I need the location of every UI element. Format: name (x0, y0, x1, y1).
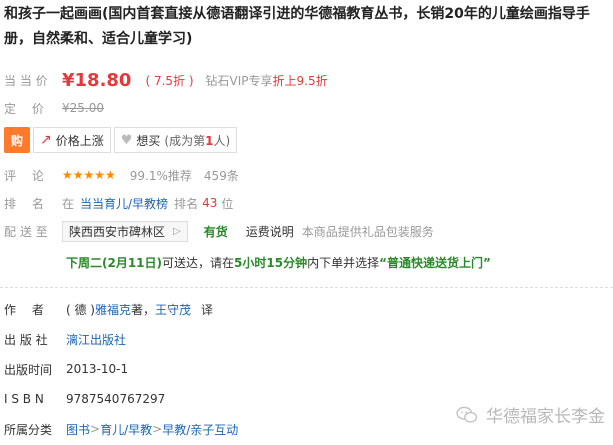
stock-status: 有货 (203, 224, 228, 239)
price-row: 当 当 价 ¥18.80 ( 7.5折 ) 钻石VIP专享折上9.5折 (4, 69, 328, 91)
heart-icon: ♥ (120, 132, 133, 148)
product-title: 和孩子一起画画(国内首套直接从德语翻译引进的华德福教育丛书，长销20年的儿童绘画… (4, 6, 590, 47)
rank-number: 43 (202, 196, 218, 210)
delivery-countdown: 5小时15分钟 (234, 256, 308, 270)
pubdate-label: 出版时间 (4, 362, 53, 377)
vip-discount: 折上9.5折 (272, 73, 328, 88)
shipping-row: 配 送 至 陕西西安市碑林区 ▷ 有货 运费说明 本商品提供礼品包装服务 (4, 220, 434, 242)
pubdate-row: 出版时间 2013-10-1 (4, 358, 128, 380)
review-row: 评 论 ★★★★★ 99.1%推荐 459条 (4, 164, 239, 186)
region-value: 陕西西安市碑林区 (69, 224, 166, 239)
price-alert-button[interactable]: ↗ 价格上涨 (33, 127, 111, 153)
isbn-label: I S B N (4, 392, 44, 406)
wechat-icon (456, 406, 478, 423)
rank-label: 排 名 (4, 196, 44, 211)
arrow-up-right-icon: ↗ (40, 132, 52, 148)
author-row: 作 者 ( 德 ) 雅福克 著， 王守茂 译 (4, 298, 213, 320)
rank-suffix: 位 (221, 196, 234, 211)
author-role: 著， (131, 302, 156, 317)
category-link-2[interactable]: 育儿/早教 (100, 421, 152, 438)
publisher-row: 出 版 社 漓江出版社 (4, 328, 126, 350)
category-row: 所属分类 图书 > 育儿/早教 > 早教/亲子互动 (4, 418, 238, 440)
vip-offer: 钻石VIP专享折上9.5折 (206, 72, 328, 89)
section-divider (0, 287, 613, 288)
category-sep-2: > (152, 422, 163, 436)
category-link-1[interactable]: 图书 (66, 421, 90, 438)
vip-prefix: 钻石VIP专享 (205, 73, 273, 88)
pubdate-value: 2013-10-1 (66, 362, 129, 376)
price-alert-label: 价格上涨 (55, 133, 104, 148)
rank-prefix: 在 (62, 196, 75, 211)
delivery-date: 下周二(2月11日) (66, 256, 163, 270)
delivery-text-2: 内下单并选择 (307, 256, 380, 270)
author-nationality: ( 德 ) (66, 302, 95, 317)
translator-link[interactable]: 王守茂 (155, 301, 191, 318)
shipping-policy-link[interactable]: 运费说明 (246, 223, 294, 240)
review-count[interactable]: 459条 (204, 167, 239, 184)
action-bar: 购 ↗ 价格上涨 ♥ 想买 (成为第1人) (4, 127, 238, 153)
buy-icon[interactable]: 购 (4, 127, 30, 153)
discount-badge: ( 7.5折 ) (145, 73, 194, 88)
publisher-link[interactable]: 漓江出版社 (66, 331, 126, 348)
watermark-text: 华德福家长李金 (486, 407, 605, 427)
review-label: 评 论 (4, 168, 44, 183)
rank-category-link[interactable]: 当当育儿/早教榜 (80, 195, 168, 212)
region-select[interactable]: 陕西西安市碑林区 ▷ (62, 220, 188, 242)
gift-wrap-note: 本商品提供礼品包装服务 (301, 224, 434, 239)
wish-count: (成为第1人) (164, 133, 231, 148)
rank-mid: 排名 (174, 196, 199, 211)
author-link[interactable]: 雅福克 (95, 301, 131, 318)
isbn-row: I S B N 9787540767297 (4, 388, 165, 410)
chevron-right-icon: ▷ (173, 225, 181, 237)
delivery-method: “普通快递送货上门” (379, 256, 491, 270)
wish-button[interactable]: ♥ 想买 (成为第1人) (113, 127, 238, 153)
translator-role: 译 (201, 302, 214, 317)
list-price-label: 定 价 (4, 101, 44, 116)
publisher-label: 出 版 社 (4, 332, 48, 347)
category-label: 所属分类 (4, 422, 53, 437)
list-price: ¥25.00 (62, 101, 104, 115)
author-label: 作 者 (4, 302, 44, 317)
recommend-rate: 99.1%推荐 (129, 168, 192, 183)
wish-label: 想买 (136, 133, 161, 148)
star-rating: ★★★★★ (62, 168, 116, 182)
current-price: ¥18.80 (62, 69, 132, 91)
shipping-label: 配 送 至 (4, 224, 48, 239)
list-price-row: 定 价 ¥25.00 (4, 97, 104, 119)
watermark: 华德福家长李金 (456, 402, 605, 427)
isbn-value: 9787540767297 (66, 392, 166, 406)
category-link-3[interactable]: 早教/亲子互动 (162, 421, 238, 438)
price-label: 当 当 价 (4, 73, 48, 88)
rank-row: 排 名 在 当当育儿/早教榜 排名 43 位 (4, 192, 233, 214)
category-sep-1: > (90, 422, 101, 436)
delivery-text-1: 可送达，请在 (162, 256, 235, 270)
delivery-estimate: 下周二(2月11日)可送达，请在5小时15分钟内下单并选择“普通快递送货上门” (66, 254, 491, 271)
